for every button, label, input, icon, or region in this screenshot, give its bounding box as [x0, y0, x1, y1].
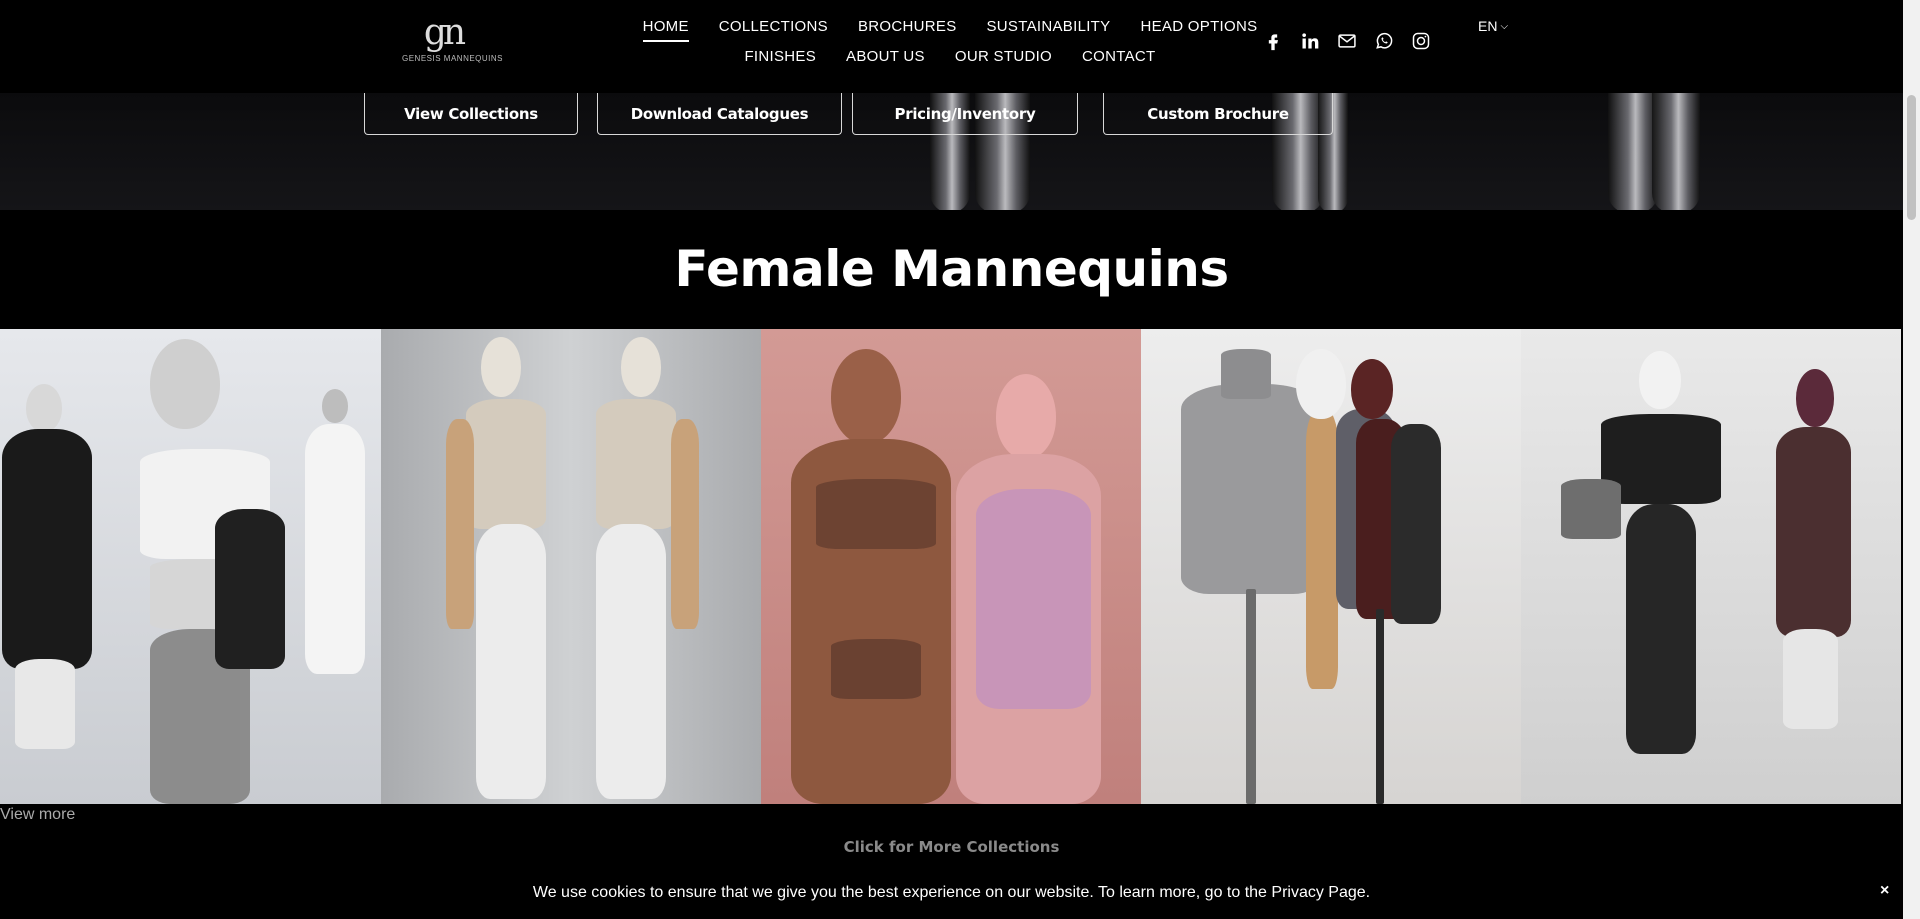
social-links	[1262, 30, 1431, 51]
mannequin-figure	[1181, 384, 1321, 594]
nav-our-studio[interactable]: OUR STUDIO	[955, 46, 1052, 76]
close-icon[interactable]: ×	[1880, 882, 1889, 900]
mail-icon[interactable]	[1336, 30, 1357, 51]
hero-mannequin-leg	[1608, 93, 1658, 210]
section-title: Female Mannequins	[674, 240, 1229, 298]
download-catalogues-button[interactable]: Download Catalogues	[597, 93, 842, 135]
custom-brochure-button[interactable]: Custom Brochure	[1103, 93, 1333, 135]
nav-sustainability[interactable]: SUSTAINABILITY	[987, 16, 1111, 46]
nav-finishes[interactable]: FINISHES	[744, 46, 816, 76]
mannequin-gallery	[0, 329, 1903, 804]
nav-home[interactable]: HOME	[642, 16, 689, 46]
mannequin-figure	[976, 489, 1091, 709]
mannequin-stand	[1376, 609, 1384, 804]
site-header: gn GENESIS MANNEQUINS HOME COLLECTIONS B…	[0, 0, 1903, 93]
language-selector[interactable]: EN ⌵	[1478, 18, 1508, 34]
mannequin-figure	[831, 639, 921, 699]
scrollbar-thumb[interactable]	[1907, 95, 1916, 220]
mannequin-stand	[1246, 589, 1256, 804]
gallery-tile-3[interactable]	[761, 329, 1141, 804]
mannequin-figure	[215, 509, 285, 669]
mannequin-head	[481, 337, 521, 397]
gallery-tile-2[interactable]	[381, 329, 761, 804]
mannequin-figure	[15, 659, 75, 749]
pricing-inventory-button[interactable]: Pricing/Inventory	[852, 93, 1078, 135]
mannequin-figure	[305, 424, 365, 674]
nav-contact[interactable]: CONTACT	[1082, 46, 1155, 76]
hero-banner: View Collections Download Catalogues Pri…	[0, 93, 1903, 210]
facebook-icon[interactable]	[1262, 30, 1283, 51]
mannequin-figure	[476, 524, 546, 799]
mannequin-figure	[1561, 479, 1621, 539]
mannequin-figure	[596, 524, 666, 799]
cookie-banner: We use cookies to ensure that we give yo…	[0, 870, 1903, 919]
mannequin-head	[1639, 351, 1681, 409]
mannequin-head	[996, 374, 1056, 459]
gallery-tile-1[interactable]	[0, 329, 381, 804]
nav-head-options[interactable]: HEAD OPTIONS	[1140, 16, 1257, 46]
language-label: EN	[1478, 18, 1498, 34]
mannequin-figure	[466, 399, 546, 529]
gallery-tile-5[interactable]	[1521, 329, 1901, 804]
logo-text: GENESIS MANNEQUINS	[402, 54, 504, 63]
linkedin-icon[interactable]	[1299, 30, 1320, 51]
site-logo[interactable]: gn GENESIS MANNEQUINS	[402, 12, 504, 70]
view-collections-button[interactable]: View Collections	[364, 93, 578, 135]
view-more-link[interactable]: View more	[0, 806, 75, 824]
mannequin-head	[26, 384, 62, 432]
nav-brochures[interactable]: BROCHURES	[858, 16, 957, 46]
nav-about-us[interactable]: ABOUT US	[846, 46, 925, 76]
instagram-icon[interactable]	[1410, 30, 1431, 51]
mannequin-figure	[446, 419, 474, 629]
mannequin-figure	[816, 479, 936, 549]
mannequin-head	[1796, 369, 1834, 427]
mannequin-head	[831, 349, 901, 444]
hero-mannequin-leg	[1652, 93, 1700, 210]
mannequin-figure	[1776, 427, 1851, 637]
mannequin-figure	[671, 419, 699, 629]
page-scrollbar[interactable]	[1903, 0, 1920, 919]
mannequin-figure	[1783, 629, 1838, 729]
mannequin-figure	[1221, 349, 1271, 399]
mannequin-head	[621, 337, 661, 397]
mannequin-figure	[1626, 504, 1696, 754]
mannequin-figure	[1306, 409, 1338, 689]
more-collections-link[interactable]: Click for More Collections	[0, 838, 1903, 856]
logo-mark: gn	[423, 12, 466, 53]
mannequin-head	[1296, 349, 1346, 419]
mannequin-head	[150, 339, 220, 429]
gallery-tile-4[interactable]	[1141, 329, 1521, 804]
nav-row-1: HOME COLLECTIONS BROCHURES SUSTAINABILIT…	[600, 16, 1300, 46]
cookie-text: We use cookies to ensure that we give yo…	[532, 884, 1371, 901]
mannequin-figure	[1391, 424, 1441, 624]
nav-row-2: FINISHES ABOUT US OUR STUDIO CONTACT	[600, 46, 1300, 76]
mannequin-figure	[596, 399, 676, 529]
chevron-down-icon: ⌵	[1500, 20, 1509, 32]
nav-collections[interactable]: COLLECTIONS	[719, 16, 828, 46]
mannequin-figure	[2, 429, 92, 669]
main-nav: HOME COLLECTIONS BROCHURES SUSTAINABILIT…	[600, 16, 1300, 76]
whatsapp-icon[interactable]	[1373, 30, 1394, 51]
mannequin-head	[1351, 359, 1393, 419]
mannequin-head	[322, 389, 348, 423]
